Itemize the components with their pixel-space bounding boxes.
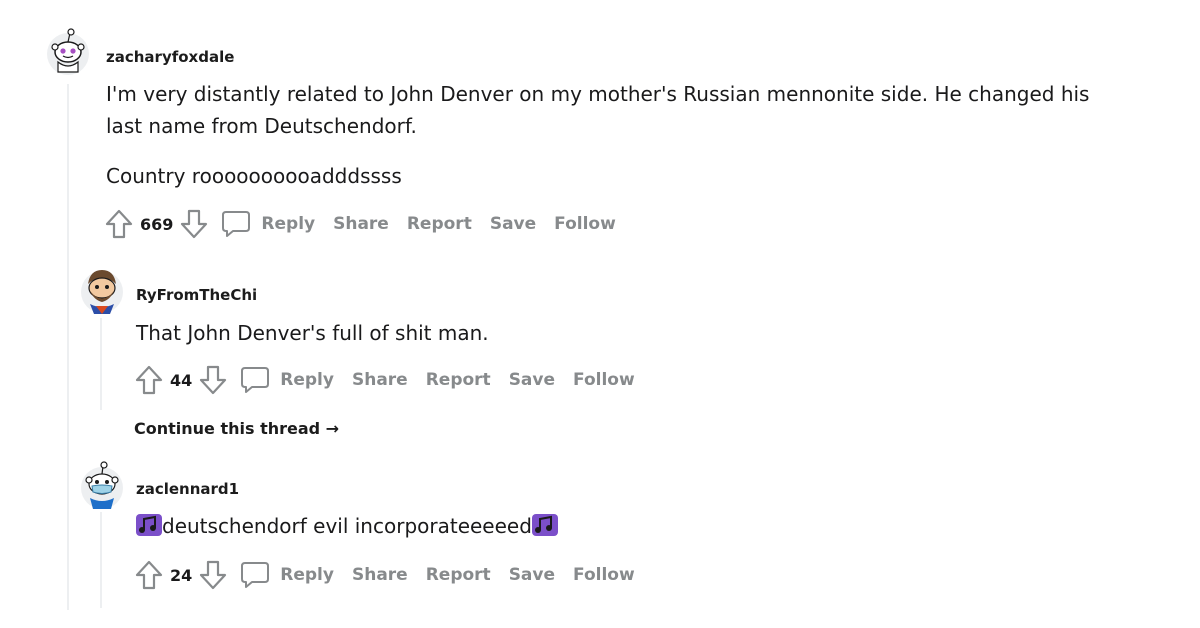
vote-count: 669 — [140, 214, 174, 234]
vote-count: 24 — [170, 565, 193, 585]
comment-username[interactable]: RyFromTheChi — [136, 286, 257, 304]
vote-count: 44 — [170, 370, 193, 390]
report-button[interactable]: Report — [426, 370, 491, 390]
report-button[interactable]: Report — [407, 214, 472, 234]
share-button[interactable]: Share — [352, 370, 408, 390]
thread-line-main[interactable] — [67, 84, 69, 610]
reply-button[interactable]: Reply — [240, 561, 334, 589]
comment-action-bar: 24 Reply Share Report Save Follow — [134, 559, 635, 591]
report-button[interactable]: Report — [426, 565, 491, 585]
reply-button[interactable]: Reply — [221, 210, 315, 238]
continue-thread-link[interactable]: Continue this thread → — [134, 419, 339, 438]
upvote-arrow-icon[interactable] — [134, 560, 164, 590]
comment-body-line: I'm very distantly related to John Denve… — [106, 82, 1090, 106]
comment-bubble-icon — [221, 210, 251, 238]
music-notes-emoji-icon — [136, 513, 162, 545]
reply-button[interactable]: Reply — [240, 366, 334, 394]
masked-snoo-avatar-icon[interactable] — [80, 458, 124, 509]
comment-body-row: deutschendorf evil incorporateeeeed — [136, 510, 558, 545]
reply-label: Reply — [280, 370, 334, 390]
snoo-avatar-icon[interactable] — [46, 26, 90, 75]
comment-username[interactable]: zacharyfoxdale — [106, 48, 234, 66]
bearded-snoo-avatar-icon[interactable] — [80, 264, 124, 314]
follow-button[interactable]: Follow — [573, 370, 635, 390]
thread-line-reply-2[interactable] — [100, 512, 102, 608]
reply-label: Reply — [261, 214, 316, 234]
follow-button[interactable]: Follow — [554, 214, 616, 234]
comment-body-line: That John Denver's full of shit man. — [136, 321, 489, 345]
comment-bubble-icon — [240, 561, 270, 589]
downvote-arrow-icon[interactable] — [198, 560, 228, 590]
music-notes-emoji-icon — [531, 513, 558, 545]
comment-bubble-icon — [240, 366, 270, 394]
save-button[interactable]: Save — [509, 565, 555, 585]
upvote-arrow-icon[interactable] — [134, 365, 164, 395]
comment-body-line: last name from Deutschendorf. — [106, 114, 417, 138]
save-button[interactable]: Save — [509, 370, 555, 390]
comment-body-line: Country roooooooooadddssss — [106, 164, 402, 188]
share-button[interactable]: Share — [333, 214, 389, 234]
comment-username[interactable]: zaclennard1 — [136, 480, 239, 498]
thread-line-reply-1[interactable] — [100, 318, 102, 410]
save-button[interactable]: Save — [490, 214, 536, 234]
upvote-arrow-icon[interactable] — [104, 209, 134, 239]
downvote-arrow-icon[interactable] — [198, 365, 228, 395]
follow-button[interactable]: Follow — [573, 565, 635, 585]
share-button[interactable]: Share — [352, 565, 408, 585]
downvote-arrow-icon[interactable] — [179, 209, 209, 239]
comment-action-bar: 44 Reply Share Report Save Follow — [134, 364, 635, 396]
comment-body-line: deutschendorf evil incorporateeeeed — [162, 514, 532, 538]
comment-action-bar: 669 Reply Share Report Save Follow — [104, 208, 616, 240]
reply-label: Reply — [280, 565, 334, 585]
